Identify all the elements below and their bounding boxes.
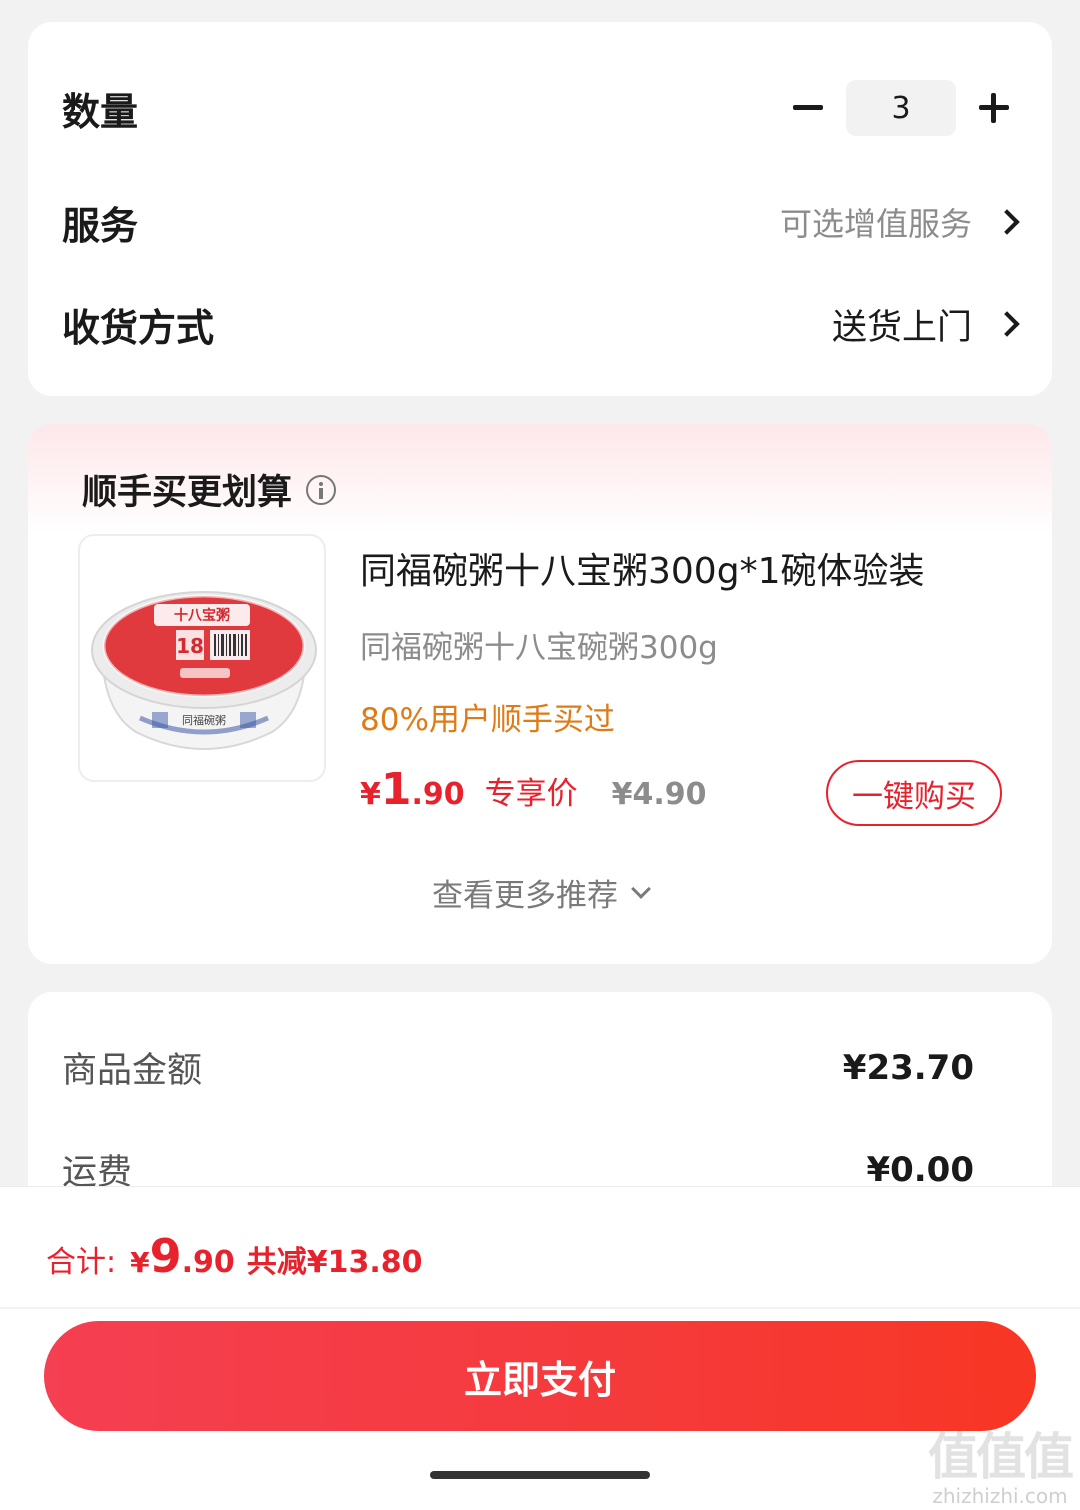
one-click-buy-button[interactable]: 一键购买 xyxy=(826,760,1002,826)
quantity-stepper: 3 xyxy=(788,80,1014,136)
chevron-right-icon xyxy=(998,207,1014,237)
porridge-bowl-image: 同福碗粥 十八宝粥 18 xyxy=(91,591,317,750)
recommendation-title-text: 顺手买更划算 xyxy=(82,473,293,513)
more-recommendations-link[interactable]: 查看更多推荐 xyxy=(28,870,1052,915)
bowl-brand-text: 同福碗粥 xyxy=(182,713,226,727)
chevron-down-icon xyxy=(631,878,651,899)
service-label: 服务 xyxy=(62,203,139,248)
lid-number-text: 18 xyxy=(176,634,204,658)
lid-label-text: 十八宝粥 xyxy=(174,607,230,624)
goods-amount-value: ¥23.70 xyxy=(842,1047,974,1088)
minus-icon[interactable] xyxy=(788,88,828,128)
chevron-right-icon xyxy=(998,309,1014,339)
price-tag: 专享价 xyxy=(484,776,578,812)
service-row[interactable]: 服务 可选增值服务 xyxy=(62,192,1014,252)
pay-now-button[interactable]: 立即支付 xyxy=(44,1321,1036,1431)
order-options-card: 数量 3 服务 可选增值服务 收货方式 送货上门 xyxy=(28,22,1052,396)
delivery-label: 收货方式 xyxy=(62,305,215,350)
original-price: ¥4.90 xyxy=(611,777,707,812)
goods-amount-label: 商品金额 xyxy=(62,1051,203,1091)
product-hint: 80%用户顺手买过 xyxy=(360,702,615,738)
delivery-value: 送货上门 xyxy=(831,307,972,348)
quantity-row: 数量 3 xyxy=(62,78,1014,138)
watermark: 值值值 zhizhizhi.com xyxy=(928,1428,1074,1508)
info-icon[interactable] xyxy=(306,474,337,505)
watermark-url: zhizhizhi.com xyxy=(932,1484,1068,1508)
total-decimal: .90 xyxy=(181,1245,235,1280)
quantity-label: 数量 xyxy=(62,89,139,134)
quantity-input[interactable]: 3 xyxy=(846,80,956,136)
divider xyxy=(0,1307,1080,1309)
product-image[interactable]: 同福碗粥 十八宝粥 18 xyxy=(78,534,326,782)
product-name[interactable]: 同福碗粥十八宝粥300g*1碗体验装 xyxy=(360,542,924,594)
total-integer: 9 xyxy=(149,1229,182,1283)
total-label: 合计: xyxy=(46,1245,117,1280)
service-value: 可选增值服务 xyxy=(779,205,972,243)
total-discount: 共减¥13.80 xyxy=(246,1245,423,1280)
delivery-row[interactable]: 收货方式 送货上门 xyxy=(62,294,1014,354)
product-subtitle: 同福碗粥十八宝碗粥300g xyxy=(360,630,718,666)
plus-icon[interactable] xyxy=(974,88,1014,128)
recommendation-title: 顺手买更划算 xyxy=(82,464,337,515)
shipping-value: ¥0.00 xyxy=(866,1149,974,1190)
price-currency: ¥ xyxy=(360,777,381,812)
total-currency: ¥ xyxy=(130,1246,150,1279)
watermark-logo: 值值值 xyxy=(928,1428,1074,1486)
total-row: 合计: ¥ 9 .90 共减¥13.80 xyxy=(46,1229,423,1283)
home-indicator[interactable] xyxy=(430,1471,650,1479)
price-decimal: .90 xyxy=(411,777,465,812)
price-integer: 1 xyxy=(380,764,412,815)
recommendation-card: 顺手买更划算 同福碗粥 十八宝粥 18 同福碗粥十八宝粥300g*1碗体验装 同… xyxy=(28,424,1052,964)
product-price: ¥ 1 .90 专享价 ¥4.90 xyxy=(360,764,707,815)
checkout-bar: 合计: ¥ 9 .90 共减¥13.80 立即支付 值值值 zhizhizhi.… xyxy=(0,1186,1080,1510)
more-recommendations-label: 查看更多推荐 xyxy=(432,878,618,914)
goods-amount-row: 商品金额 ¥23.70 xyxy=(62,1042,974,1093)
